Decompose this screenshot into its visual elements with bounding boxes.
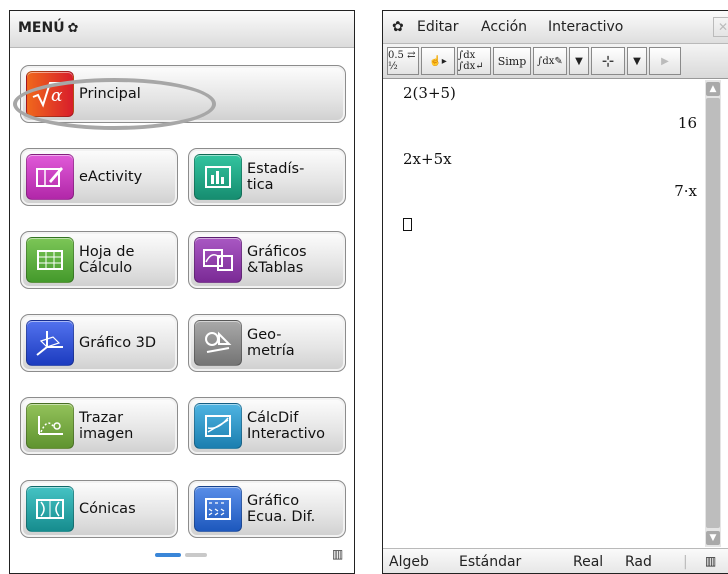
graph-window-button[interactable]: ⊹: [591, 47, 625, 75]
tile-label: Trazar imagen: [79, 410, 134, 442]
tile-label: Hoja de Cálculo: [79, 244, 135, 276]
statistics-icon: [194, 154, 242, 200]
scrollbar[interactable]: ▲ ▼: [705, 80, 721, 547]
tile-label: CálcDif Interactivo: [247, 410, 326, 442]
tile-hoja-calculo[interactable]: Hoja de Cálculo: [20, 231, 178, 289]
gear-icon[interactable]: ✿: [392, 19, 404, 35]
page-indicator-active[interactable]: [155, 553, 181, 557]
differential-icon: [194, 403, 242, 449]
menu-screen: MENÚ ✿ α Principal eActivity Estadís- tic…: [9, 10, 355, 574]
tile-label: Cónicas: [79, 501, 136, 517]
spreadsheet-icon: [26, 237, 74, 283]
menu-bar: ✿ Editar Acción Interactivo ✕: [383, 11, 728, 44]
conics-icon: [26, 486, 74, 532]
status-angle[interactable]: Rad: [625, 554, 652, 570]
tile-eactivity[interactable]: eActivity: [20, 148, 178, 206]
highlight-ring: [13, 78, 216, 130]
tile-calcdif-interactivo[interactable]: CálcDif Interactivo: [188, 397, 346, 455]
tile-grafico-3d[interactable]: Gráfico 3D: [20, 314, 178, 372]
close-icon[interactable]: ✕: [713, 17, 728, 37]
tile-graficos-tablas[interactable]: Gráficos &Tablas: [188, 231, 346, 289]
page-indicator-inactive[interactable]: [185, 553, 207, 557]
main-app-screen: ✿ Editar Acción Interactivo ✕ 0.5 ⇄ ½ ☝▸…: [382, 10, 728, 574]
status-mode[interactable]: Algeb: [389, 554, 429, 570]
scroll-up-icon[interactable]: ▲: [706, 82, 720, 96]
menu-header: MENÚ ✿: [10, 11, 354, 48]
menu-editar[interactable]: Editar: [417, 19, 458, 35]
tile-label: Gráfico Ecua. Dif.: [247, 493, 316, 525]
picture-plot-icon: [26, 403, 74, 449]
menu-accion[interactable]: Acción: [481, 19, 527, 35]
tile-label: Gráficos &Tablas: [247, 244, 307, 276]
output-line: 16: [677, 114, 697, 132]
eactivity-icon: [26, 154, 74, 200]
tile-trazar-imagen[interactable]: Trazar imagen: [20, 397, 178, 455]
input-cursor[interactable]: [403, 218, 412, 231]
tile-label: Estadís- tica: [247, 161, 305, 193]
icon-toolbar: 0.5 ⇄ ½ ☝▸ ∫dx ∫dx↵ Simp ∫dx✎ ▼ ⊹ ▼ ▶: [383, 44, 728, 79]
geometry-icon: [194, 320, 242, 366]
battery-icon: ▥: [705, 554, 717, 568]
tile-geometria[interactable]: Geo- metría: [188, 314, 346, 372]
tile-conicas[interactable]: Cónicas: [20, 480, 178, 538]
simp-button[interactable]: Simp: [493, 47, 531, 75]
diff-equation-graph-icon: [194, 486, 242, 532]
scroll-thumb[interactable]: [706, 98, 720, 528]
gear-icon[interactable]: ✿: [68, 21, 79, 36]
scroll-down-icon[interactable]: ▼: [706, 531, 720, 545]
input-line[interactable]: 2x+5x: [403, 150, 452, 168]
integral-edit-button[interactable]: ∫dx✎: [533, 47, 567, 75]
status-number[interactable]: Real: [573, 554, 603, 570]
tile-grafico-ecua-dif[interactable]: Gráfico Ecua. Dif.: [188, 480, 346, 538]
battery-icon: ▥: [332, 547, 344, 561]
graphs-tables-icon: [194, 237, 242, 283]
fraction-decimal-toggle-button[interactable]: 0.5 ⇄ ½: [387, 47, 419, 75]
tile-label: Gráfico 3D: [79, 335, 157, 351]
tile-label: Geo- metría: [247, 327, 295, 359]
integral-execute-button[interactable]: ∫dx ∫dx↵: [457, 47, 491, 75]
dropdown-button[interactable]: ▼: [627, 47, 647, 75]
next-toolbar-button[interactable]: ▶: [649, 47, 681, 75]
status-format[interactable]: Estándar: [459, 554, 521, 570]
menu-title[interactable]: MENÚ ✿: [18, 20, 79, 36]
graph-3d-icon: [26, 320, 74, 366]
dropdown-button[interactable]: ▼: [569, 47, 589, 75]
separator: |: [683, 554, 688, 570]
output-line: 7·x: [674, 182, 697, 200]
menu-interactivo[interactable]: Interactivo: [548, 19, 623, 35]
tile-estadistica[interactable]: Estadís- tica: [188, 148, 346, 206]
drag-button[interactable]: ☝▸: [421, 47, 455, 75]
tile-label: eActivity: [79, 169, 143, 185]
status-bar: Algeb Estándar Real Rad | ▥: [383, 548, 728, 573]
input-line[interactable]: 2(3+5): [403, 84, 456, 102]
work-area[interactable]: 2(3+5) 16 2x+5x 7·x: [383, 80, 705, 547]
